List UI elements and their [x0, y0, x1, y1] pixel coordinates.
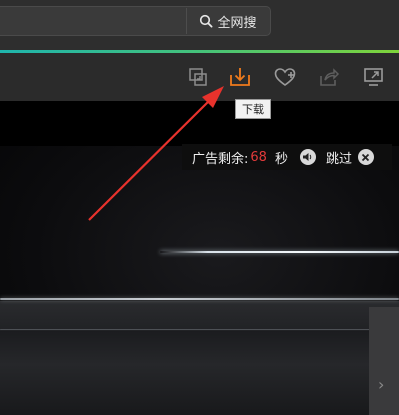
skip-ad-button[interactable]: 跳过	[326, 148, 352, 167]
search-icon	[200, 14, 213, 28]
top-bar: 全网搜	[0, 0, 399, 50]
volume-icon[interactable]	[299, 149, 316, 165]
download-icon[interactable]	[228, 65, 252, 89]
ad-countdown-number: 68	[250, 149, 267, 165]
chevron-right-icon: ›	[378, 375, 385, 394]
search-button[interactable]: 全网搜	[186, 8, 269, 34]
close-ad-icon[interactable]	[357, 149, 374, 165]
favorite-icon[interactable]	[273, 65, 297, 89]
floor-lower-edge	[0, 329, 399, 330]
ad-countdown-bar: 广告剩余: 68 秒 跳过	[182, 144, 392, 170]
cast-icon[interactable]	[362, 65, 386, 89]
player-toolbar	[0, 53, 399, 101]
download-tooltip: 下载	[235, 99, 271, 119]
side-panel-toggle[interactable]: ›	[369, 307, 399, 415]
floor-edge-highlight	[0, 298, 399, 300]
ad-remaining-label: 广告剩余:	[192, 151, 249, 167]
floor-lower	[0, 331, 399, 415]
light-streak	[160, 251, 399, 253]
search-button-label: 全网搜	[217, 15, 257, 31]
screenshot-icon[interactable]	[186, 65, 210, 89]
ad-seconds-unit: 秒	[274, 151, 288, 167]
search-input[interactable]: 全网搜	[0, 6, 271, 36]
share-icon[interactable]	[317, 65, 341, 89]
